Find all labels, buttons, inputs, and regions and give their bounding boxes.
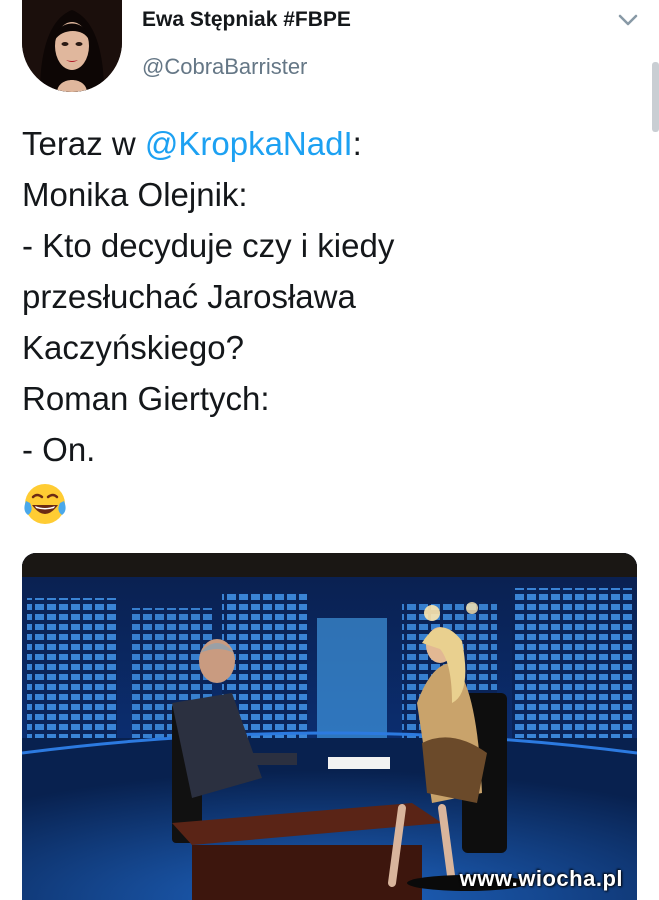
tweet-line: Monika Olejnik: [22, 176, 248, 213]
watermark: www.wiocha.pl [459, 866, 623, 891]
tweet-line: Kaczyńskiego? [22, 329, 244, 366]
chevron-down-icon[interactable] [614, 8, 642, 32]
tweet-line: Teraz w @KropkaNadI: [22, 118, 632, 169]
author-handle[interactable]: @CobraBarrister [142, 54, 307, 80]
mention-link[interactable]: @KropkaNadI [145, 125, 353, 162]
tweet-text: Teraz w @KropkaNadI: Monika Olejnik: - K… [22, 118, 632, 527]
tweet-line: - Kto decyduje czy i kiedy [22, 227, 395, 264]
tweet-line: - On. [22, 431, 96, 468]
tweet-media-image[interactable]: www.wiocha.pl [22, 553, 637, 900]
author-name[interactable]: Ewa Stępniak #FBPE [142, 8, 351, 32]
tweet-line-text: : [352, 125, 362, 162]
scrollbar[interactable] [652, 62, 659, 132]
tweet-line: Roman Giertych: [22, 380, 270, 417]
face-with-tears-of-joy-icon [22, 481, 68, 527]
avatar[interactable] [22, 0, 122, 92]
tweet-header: Ewa Stępniak #FBPE @CobraBarrister [0, 0, 659, 132]
tweet-line: przesłuchać Jarosława [22, 278, 356, 315]
tweet-line-text: Teraz w [22, 125, 145, 162]
